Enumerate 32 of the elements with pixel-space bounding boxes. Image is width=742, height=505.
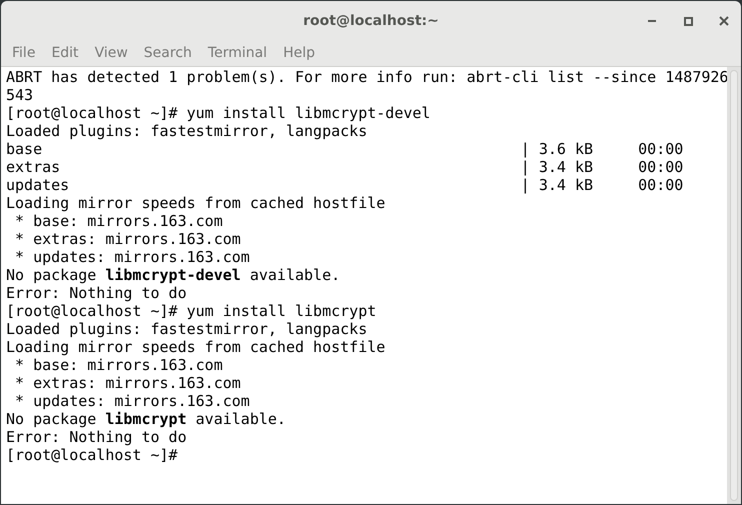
terminal-line: * extras: mirrors.163.com [14, 374, 242, 392]
terminal-line: [root@localhost ~]# yum install libmcrypt [6, 302, 378, 320]
terminal-line: Loading mirror speeds from cached hostfile [6, 194, 386, 212]
terminal-line: Loading mirror speeds from cached hostfile [6, 338, 386, 356]
maximize-icon [684, 16, 692, 26]
terminal-line: Error: Nothing to do [6, 428, 188, 446]
minimize-icon [648, 20, 656, 22]
terminal-line: updates | 3.4 kB 00:00 [6, 176, 684, 194]
terminal-line: * base: mirrors.163.com [14, 356, 224, 374]
menu-item[interactable]: File [4, 43, 44, 64]
terminal-line: * extras: mirrors.163.com [14, 230, 242, 248]
terminal-line: No package libmcrypt available. [6, 410, 287, 428]
terminal-line: extras | 3.4 kB 00:00 [6, 158, 684, 176]
terminal-line: [root@localhost ~]# [6, 446, 179, 464]
menu-item[interactable]: Edit [43, 43, 87, 64]
menu-item[interactable]: Terminal [200, 43, 276, 64]
terminal-line: [root@localhost ~]# yum install libmcrypt-devel [6, 104, 432, 122]
terminal-line: Loaded plugins: fastestmirror, langpacks [6, 122, 368, 140]
terminal-line: * updates: mirrors.163.com [14, 392, 251, 410]
menu-item[interactable]: View [86, 43, 136, 64]
terminal-line: * updates: mirrors.163.com [14, 248, 251, 266]
terminal-line: Loaded plugins: fastestmirror, langpacks [6, 320, 368, 338]
terminal-line: No package libmcrypt-devel available. [6, 266, 342, 284]
scrollbar-thumb[interactable] [730, 70, 738, 501]
menu-item[interactable]: Search [136, 43, 200, 64]
menu-item[interactable]: Help [275, 43, 323, 64]
terminal-line: 543 [6, 86, 34, 104]
terminal-line: Error: Nothing to do [6, 284, 188, 302]
window-title: root@localhost:~ [303, 12, 439, 30]
close-icon [719, 16, 729, 26]
terminal-line: base | 3.6 kB 00:00 [6, 140, 684, 158]
terminal-line: * base: mirrors.163.com [14, 212, 224, 230]
